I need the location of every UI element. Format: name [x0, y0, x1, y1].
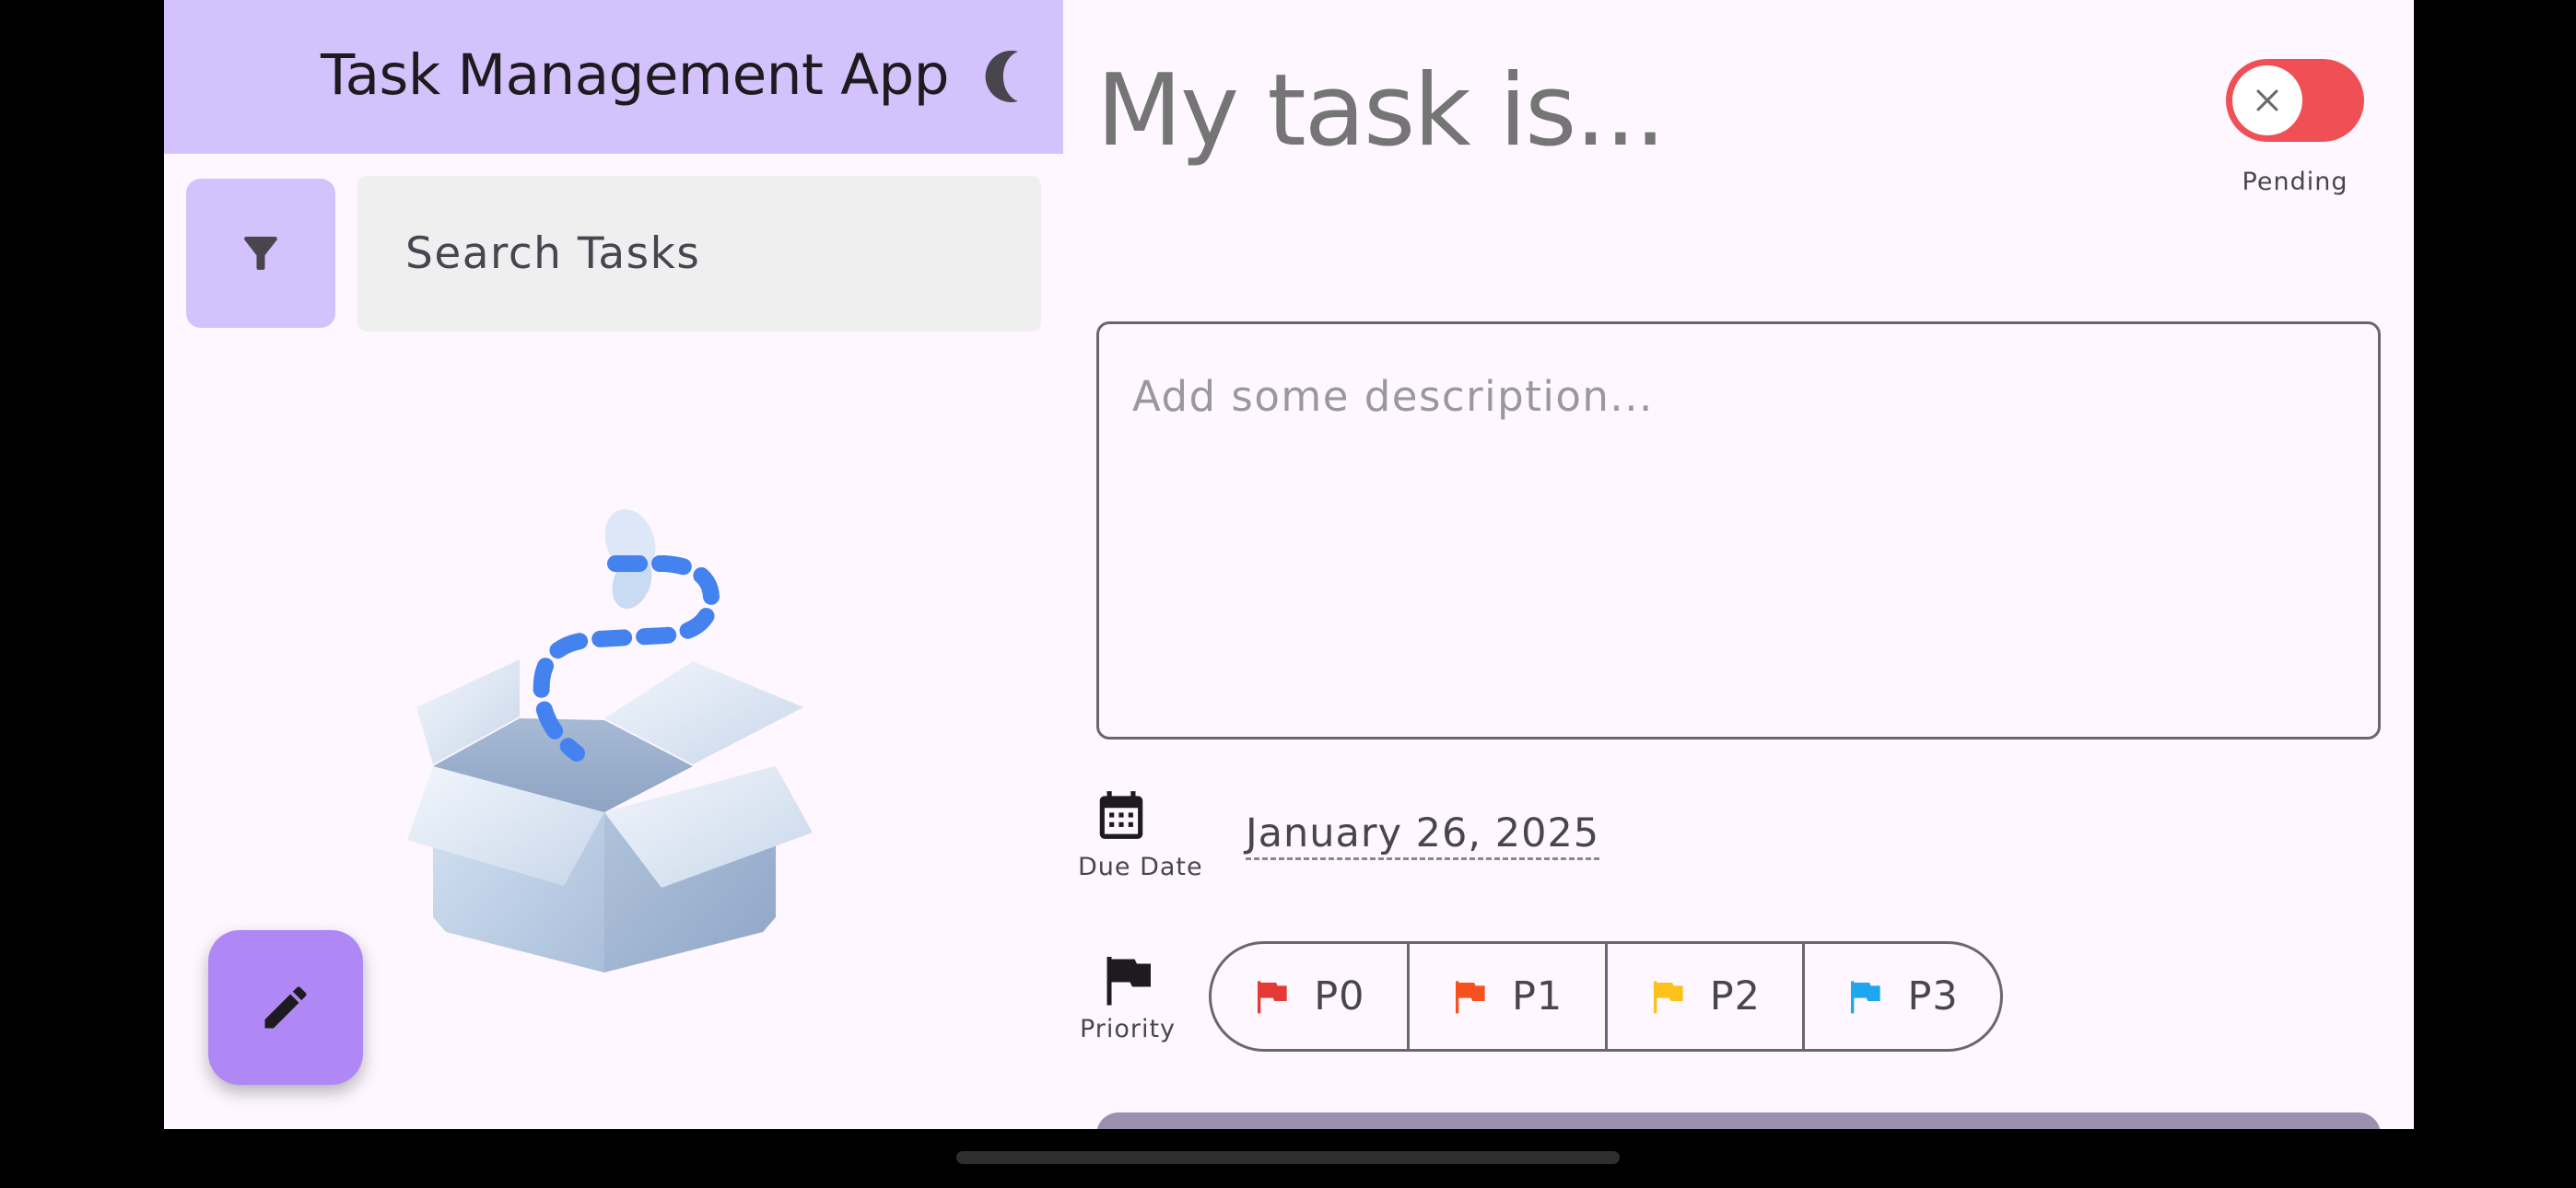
due-date-value[interactable]: January 26, 2025 — [1246, 810, 1600, 860]
status-label: Pending — [2242, 168, 2348, 196]
description-input[interactable] — [1132, 372, 2345, 685]
status-toggle[interactable] — [2226, 59, 2364, 142]
task-list-pane: Task Management App — [164, 0, 1063, 1129]
theme-toggle-button[interactable] — [971, 42, 1039, 111]
flag-icon — [1107, 957, 1151, 1006]
moon-icon — [985, 51, 1018, 102]
yellow-flag-icon — [1653, 981, 1683, 1014]
close-icon — [2256, 89, 2278, 111]
app-title: Task Management App — [321, 42, 949, 108]
search-field[interactable] — [357, 176, 1041, 332]
filter-icon — [244, 237, 277, 270]
search-input[interactable] — [404, 227, 1041, 280]
status-toggle-thumb — [2232, 65, 2302, 135]
priority-option-label: P3 — [1907, 973, 1959, 1019]
add-task-fab[interactable] — [208, 930, 363, 1085]
save-task-button[interactable] — [1096, 1112, 2381, 1129]
empty-box-illustration — [407, 509, 813, 973]
priority-option-label: P1 — [1511, 973, 1563, 1019]
red-flag-icon — [1258, 981, 1287, 1014]
priority-label: Priority — [1079, 1015, 1177, 1043]
priority-selector: P0 P1 P2 P3 — [1209, 941, 2003, 1052]
priority-option-p2[interactable]: P2 — [1608, 944, 1806, 1049]
filter-button[interactable] — [186, 179, 335, 328]
priority-option-p0[interactable]: P0 — [1212, 944, 1410, 1049]
priority-option-label: P0 — [1314, 973, 1365, 1019]
priority-option-label: P2 — [1709, 973, 1762, 1019]
priority-option-p1[interactable]: P1 — [1410, 944, 1608, 1049]
orange-flag-icon — [1455, 981, 1485, 1014]
app-bar: Task Management App — [164, 0, 1063, 154]
due-date-label: Due Date — [1078, 853, 1203, 881]
calendar-icon — [1099, 791, 1143, 839]
app-screen: Task Management App Search Tasks My task… — [164, 0, 2414, 1129]
task-title-input[interactable] — [1096, 53, 2202, 169]
blue-flag-icon — [1851, 981, 1881, 1014]
priority-option-p3[interactable]: P3 — [1805, 944, 2000, 1049]
description-field[interactable] — [1096, 321, 2381, 740]
pencil-icon — [264, 986, 307, 1029]
home-indicator[interactable] — [956, 1151, 1620, 1164]
task-editor-pane: Pending Due Date January 26, 2025 Priori… — [1063, 0, 2414, 1129]
